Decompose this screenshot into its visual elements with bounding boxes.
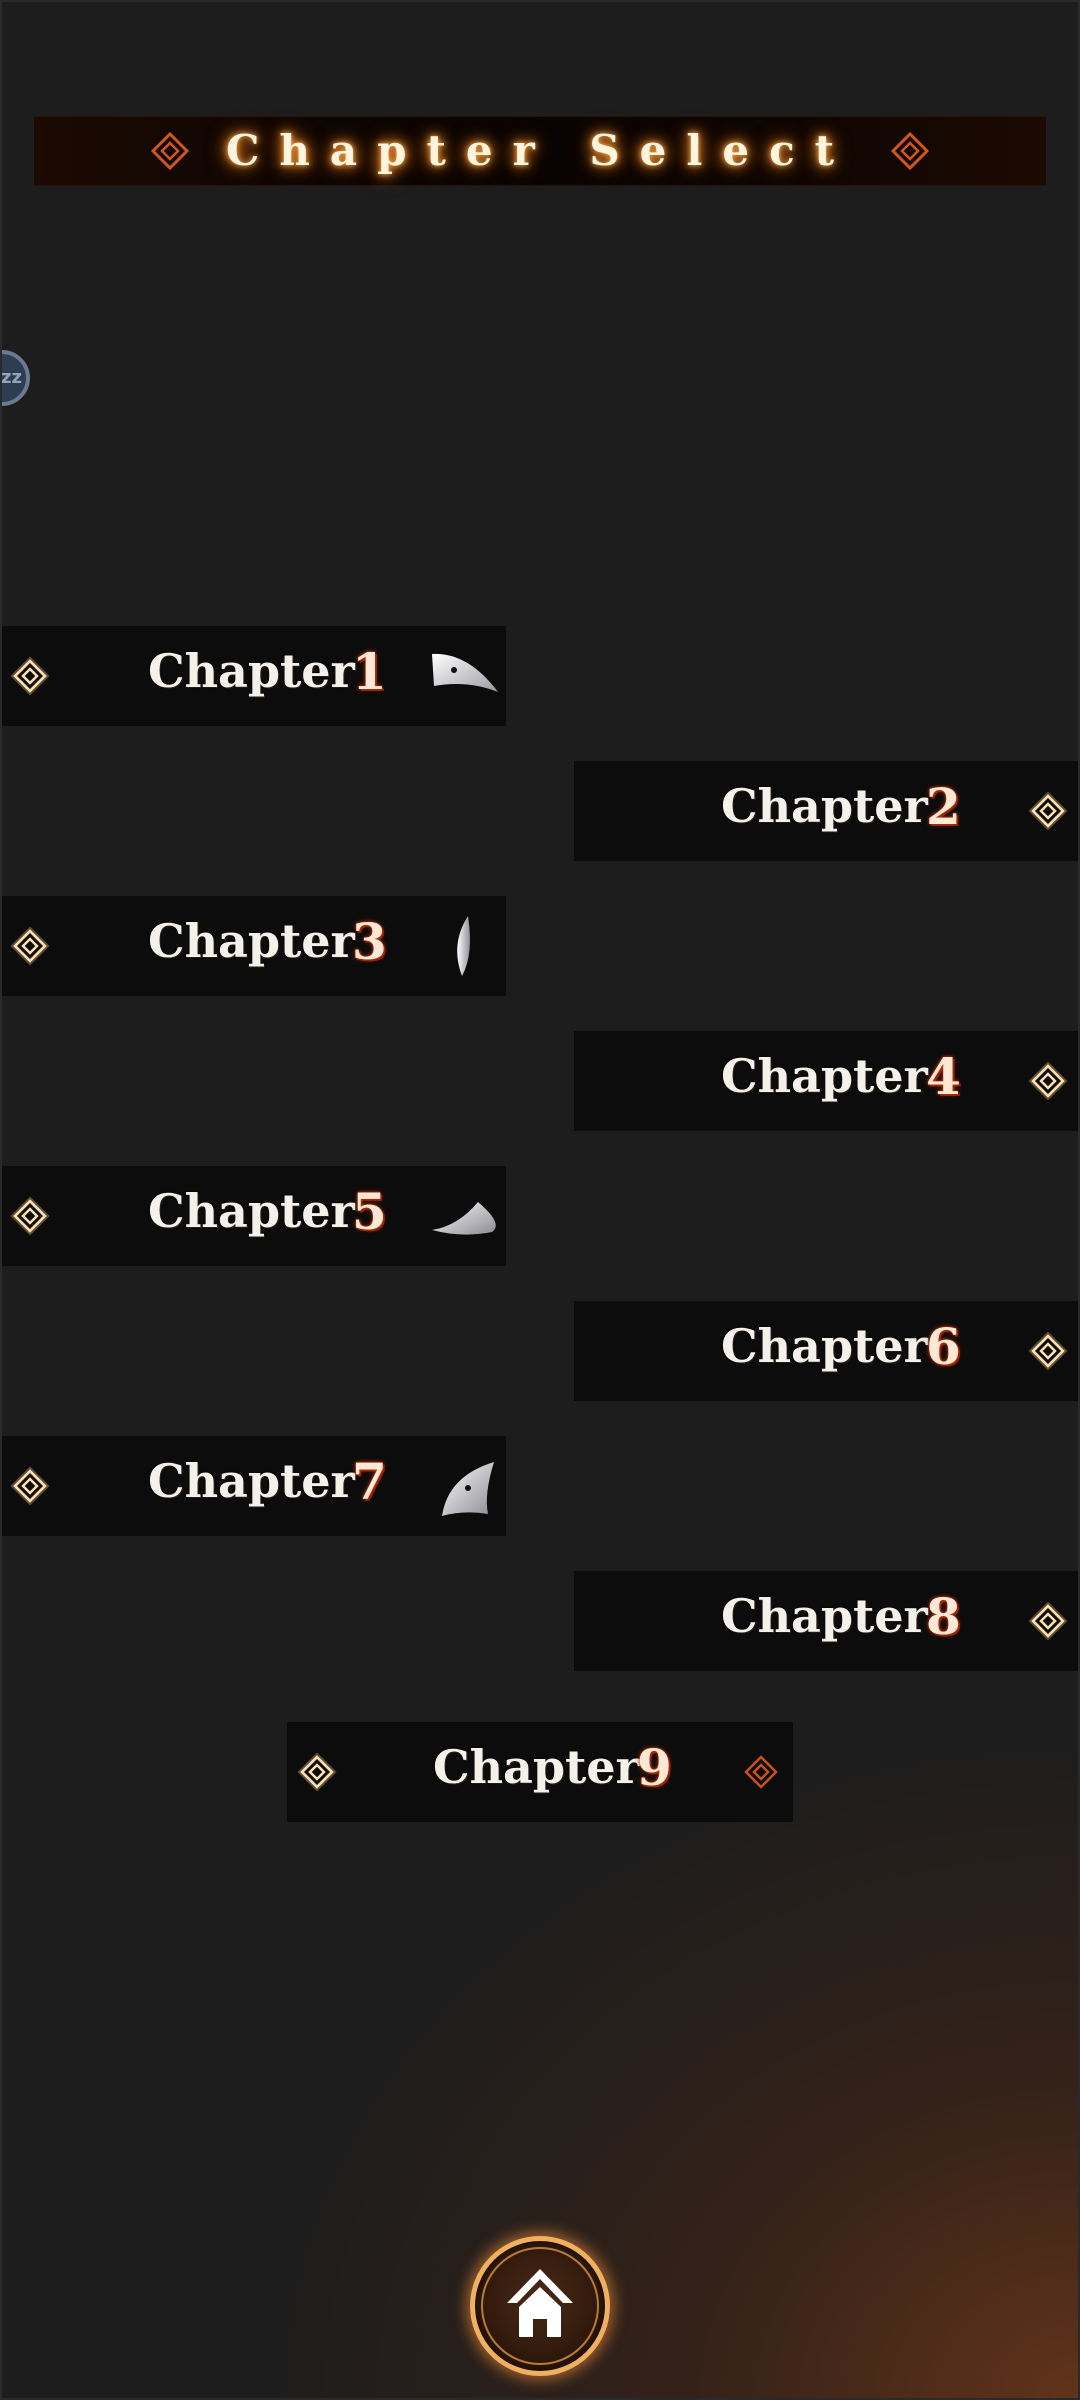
chapter-6-button[interactable]: Chapter 6 bbox=[574, 1301, 1080, 1401]
chapter-3-button[interactable]: Chapter 3 bbox=[0, 896, 506, 996]
home-icon bbox=[507, 2269, 573, 2337]
crest-fragment-icon bbox=[442, 1462, 494, 1516]
chapter-label: Chapter bbox=[721, 779, 928, 833]
chapter-number: 9 bbox=[637, 1738, 672, 1797]
chapter-number: 6 bbox=[926, 1317, 961, 1376]
chapter-number: 4 bbox=[926, 1047, 961, 1106]
chapter-label: Chapter bbox=[148, 1184, 355, 1238]
chapter-8-button[interactable]: Chapter 8 bbox=[574, 1571, 1080, 1671]
crest-fragment-icon bbox=[432, 1202, 496, 1235]
diamond-ornament-icon bbox=[744, 1755, 778, 1789]
home-button[interactable] bbox=[470, 2236, 610, 2376]
chapter-number: 8 bbox=[926, 1587, 961, 1646]
chapter-2-button[interactable]: Chapter 2 bbox=[574, 761, 1080, 861]
chapter-number: 5 bbox=[352, 1182, 387, 1241]
chapter-label: Chapter bbox=[148, 644, 355, 698]
chapter-number: 1 bbox=[352, 642, 387, 701]
glowing-diamond-icon bbox=[1028, 791, 1068, 831]
chapter-label: Chapter bbox=[721, 1049, 928, 1103]
chapter-7-button[interactable]: Chapter 7 bbox=[0, 1436, 506, 1536]
glowing-diamond-icon bbox=[10, 1196, 50, 1236]
chapter-4-button[interactable]: Chapter 4 bbox=[574, 1031, 1080, 1131]
crest-fragment-icon bbox=[457, 916, 470, 976]
header-banner: Chapter Select bbox=[34, 116, 1046, 186]
glowing-diamond-icon bbox=[1028, 1061, 1068, 1101]
glowing-diamond-icon bbox=[1028, 1601, 1068, 1641]
chapter-label: Chapter bbox=[433, 1740, 640, 1794]
chapter-1-button[interactable]: Chapter 1 bbox=[0, 626, 506, 726]
chapter-number: 2 bbox=[926, 777, 961, 836]
chapter-label: Chapter bbox=[721, 1319, 928, 1373]
chapter-9-button[interactable]: Chapter 9 bbox=[287, 1722, 793, 1822]
chapter-label: Chapter bbox=[721, 1589, 928, 1643]
chapter-label: Chapter bbox=[148, 914, 355, 968]
chapter-5-button[interactable]: Chapter 5 bbox=[0, 1166, 506, 1266]
glowing-diamond-icon bbox=[297, 1752, 337, 1792]
glowing-diamond-icon bbox=[10, 1466, 50, 1506]
glowing-diamond-icon bbox=[10, 926, 50, 966]
sleep-bubble-button[interactable]: zz bbox=[0, 350, 30, 406]
diamond-ornament-icon bbox=[890, 131, 930, 171]
glowing-diamond-icon bbox=[1028, 1331, 1068, 1371]
chapter-label: Chapter bbox=[148, 1454, 355, 1508]
glowing-diamond-icon bbox=[10, 656, 50, 696]
chapter-number: 3 bbox=[352, 912, 387, 971]
chapter-number: 7 bbox=[352, 1452, 387, 1511]
crest-fragment-icon bbox=[432, 653, 498, 692]
